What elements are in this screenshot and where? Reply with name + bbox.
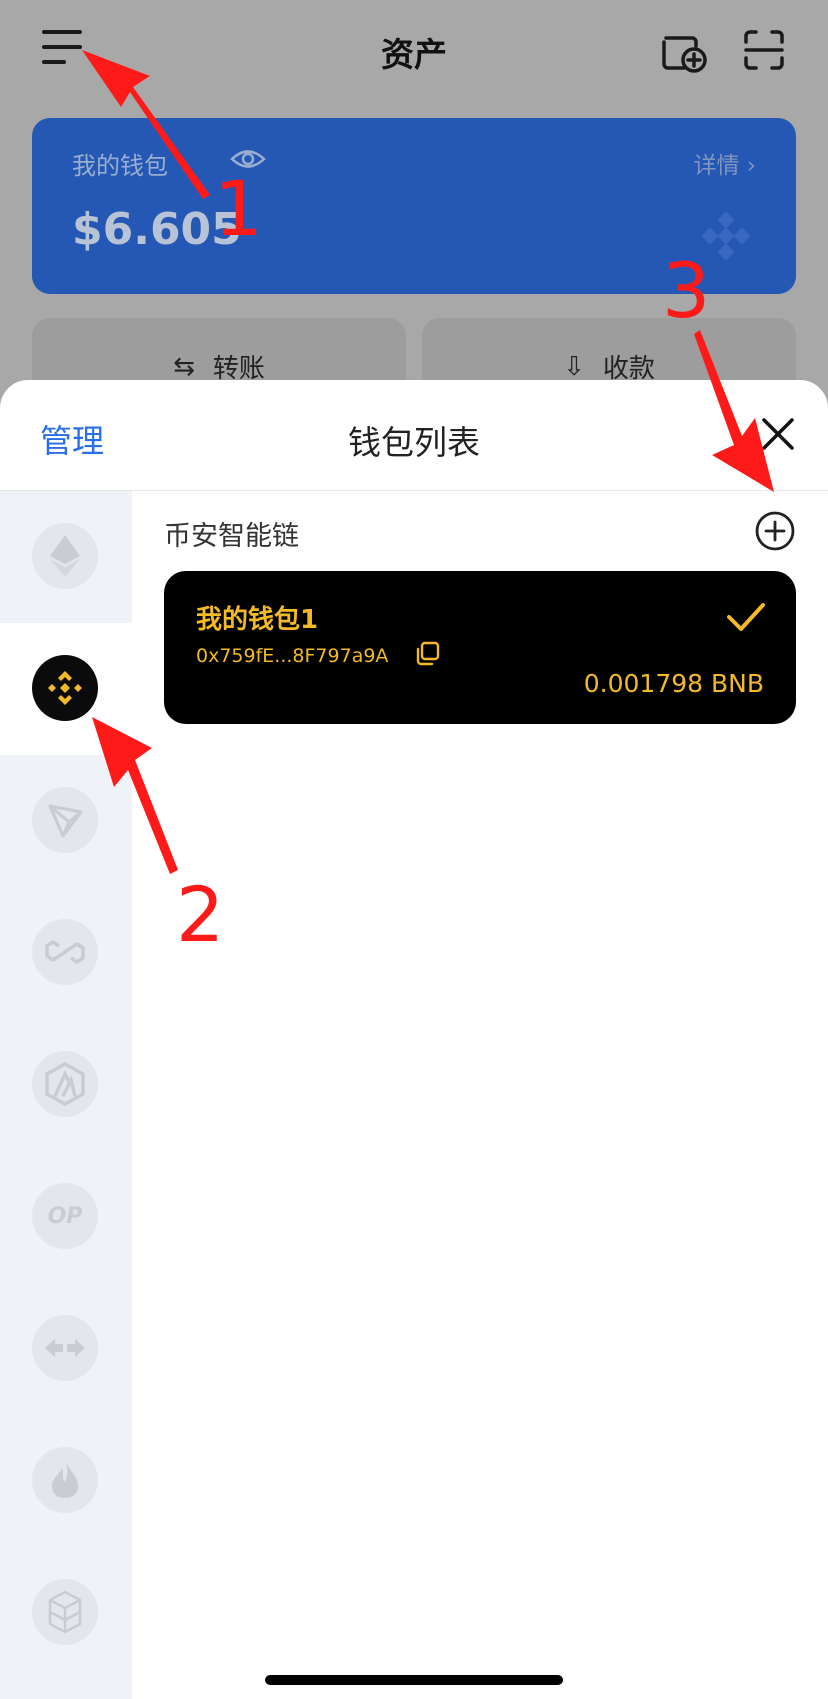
annotation-number-2: 2 — [176, 870, 225, 959]
chain-item-fire[interactable] — [0, 1415, 132, 1547]
fire-icon — [32, 1447, 98, 1513]
chain-item-bnb-chain[interactable] — [0, 623, 132, 755]
home-indicator — [265, 1675, 563, 1685]
wallet-list-item[interactable]: 我的钱包1 0x759fE...8F797a9A 0.001798 BNB — [164, 571, 796, 724]
chain-item-arbitrum[interactable] — [0, 1019, 132, 1151]
download-icon: ⇩ — [563, 351, 585, 382]
plus-circle-icon[interactable] — [754, 510, 796, 552]
transfer-icon: ⇆ — [173, 351, 195, 382]
chain-item-ethereum[interactable] — [0, 491, 132, 623]
fantom-icon — [32, 1579, 98, 1645]
chain-sidebar: OP — [0, 491, 132, 1699]
sheet-title: 钱包列表 — [348, 423, 480, 462]
ethereum-icon — [32, 523, 98, 589]
bnb-icon — [32, 655, 98, 721]
chain-item-polygon[interactable] — [0, 887, 132, 1019]
sheet-header: 管理 钱包列表 — [0, 380, 828, 491]
tron-icon — [32, 787, 98, 853]
annotation-number-3: 3 — [662, 246, 711, 335]
wallet-item-address: 0x759fE...8F797a9A — [196, 645, 389, 667]
optimism-icon: OP — [32, 1183, 98, 1249]
scan-icon[interactable] — [742, 28, 786, 72]
chain-item-tron[interactable] — [0, 755, 132, 887]
checkmark-icon — [727, 603, 765, 631]
network-label: 币安智能链 — [164, 521, 299, 552]
chain-item-optimism[interactable]: OP — [0, 1151, 132, 1283]
chevron-right-icon: › — [746, 153, 756, 179]
wallet-item-balance: 0.001798 BNB — [583, 669, 764, 698]
cross-chain-icon — [32, 1315, 98, 1381]
arbitrum-icon — [32, 1051, 98, 1117]
wallet-item-name: 我的钱包1 — [196, 605, 319, 635]
chain-item-fantom[interactable] — [0, 1547, 132, 1679]
wallet-name: 我的钱包 — [72, 152, 168, 180]
annotation-number-1: 1 — [214, 164, 263, 253]
close-icon[interactable] — [758, 414, 798, 454]
add-wallet-icon[interactable] — [660, 26, 708, 74]
top-bar: 资产 — [0, 0, 828, 110]
chain-item-cross-chain[interactable] — [0, 1283, 132, 1415]
copy-icon[interactable] — [414, 641, 440, 667]
wallet-list-sheet: 管理 钱包列表 OP 币安智能链 我的钱包1 0x759fE...8F797a9… — [0, 380, 828, 1699]
polygon-icon — [32, 919, 98, 985]
wallet-detail-link[interactable]: 详情 › — [693, 146, 756, 180]
